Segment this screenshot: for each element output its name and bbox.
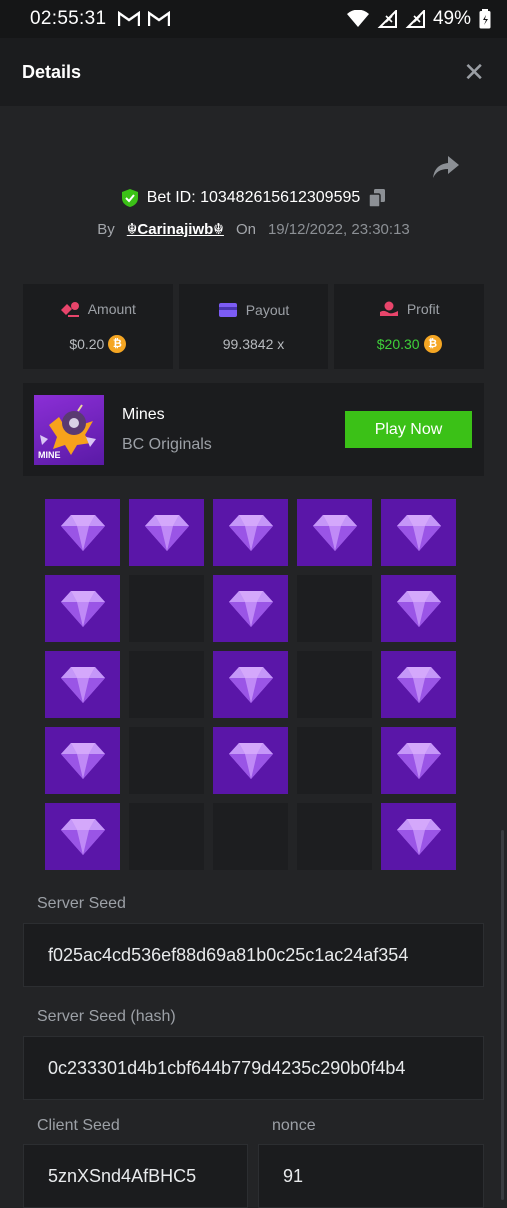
bet-date: 19/12/2022, 23:30:13 [267, 220, 410, 238]
page-title: Details [22, 61, 82, 82]
stat-amount: Amount $0.20 ₿ [23, 284, 173, 369]
gem-icon [228, 742, 273, 779]
gem-icon [228, 666, 273, 703]
gmail-icon [148, 11, 171, 26]
bet-author-row: By ☬Carinajiwb☬ On 19/12/2022, 23:30:13 [0, 220, 507, 239]
gem-tile [381, 575, 456, 642]
mines-board [45, 499, 456, 870]
gem-icon [228, 514, 273, 551]
stat-payout: Payout 99.3842 x [178, 284, 329, 369]
gem-tile [45, 727, 120, 794]
server-seed-hash-label: Server Seed (hash) [37, 1008, 176, 1025]
battery-percent: 49% [432, 8, 471, 29]
gem-icon [396, 590, 441, 627]
server-seed-hash-field[interactable]: 0c233301d4b1cbf644b779d4235c290b0f4b4 [23, 1036, 484, 1100]
gem-tile [381, 803, 456, 870]
empty-tile [129, 803, 204, 870]
gem-tile [129, 499, 204, 566]
status-time: 02:55:31 [30, 8, 107, 29]
scrollbar[interactable] [501, 830, 504, 1200]
empty-tile [129, 575, 204, 642]
gem-icon [396, 742, 441, 779]
empty-tile [297, 727, 372, 794]
payout-label: Payout [245, 301, 290, 318]
nonce-field[interactable]: 91 [258, 1144, 484, 1208]
user-link[interactable]: ☬Carinajiwb☬ [127, 220, 224, 238]
gem-tile [297, 499, 372, 566]
gem-tile [381, 499, 456, 566]
bet-stats: Amount $0.20 ₿ Payout 99.3842 x Profit $… [23, 284, 485, 369]
empty-tile [129, 727, 204, 794]
amount-label: Amount [87, 300, 136, 317]
on-label: On [235, 220, 256, 238]
mine-bomb-icon: MINE [38, 403, 96, 460]
nonce-label: nonce [272, 1117, 316, 1134]
shield-check-icon [121, 189, 138, 207]
gem-icon [60, 514, 105, 551]
server-seed-label: Server Seed [37, 895, 126, 912]
gem-icon [60, 666, 105, 703]
wallet-icon [218, 302, 237, 317]
wifi-icon [346, 10, 369, 27]
gem-tile [381, 727, 456, 794]
play-now-button[interactable]: Play Now [345, 411, 472, 448]
status-bar: 02:55:31 49% [0, 0, 507, 38]
details-header: Details ✕ [0, 38, 507, 106]
gem-tile [45, 803, 120, 870]
gem-tile [45, 575, 120, 642]
gem-tile [213, 727, 288, 794]
gem-icon [60, 742, 105, 779]
client-seed-label: Client Seed [37, 1117, 120, 1134]
gem-icon [396, 514, 441, 551]
game-card: MINE Mines BC Originals Play Now [23, 383, 484, 476]
empty-tile [129, 651, 204, 718]
signal-icon [405, 10, 425, 28]
empty-tile [297, 803, 372, 870]
client-seed-field[interactable]: 5znXSnd4AfBHC5 [23, 1144, 248, 1208]
gem-icon [228, 590, 273, 627]
gem-tile [213, 651, 288, 718]
system-icons: 49% [346, 8, 491, 30]
gem-tile [213, 575, 288, 642]
close-icon[interactable]: ✕ [463, 59, 485, 85]
gem-tile [213, 499, 288, 566]
game-name: Mines [122, 405, 165, 423]
gem-icon [312, 514, 357, 551]
empty-tile [297, 651, 372, 718]
by-label: By [97, 220, 115, 238]
share-icon[interactable] [432, 154, 460, 180]
copy-icon[interactable] [368, 188, 386, 208]
payout-value: 99.3842 x [222, 335, 285, 352]
thumb-label: MINE [38, 450, 61, 460]
gem-icon [144, 514, 189, 551]
profit-icon [379, 301, 398, 316]
gem-tile [381, 651, 456, 718]
profit-value: $20.30 [376, 335, 420, 352]
battery-icon [479, 9, 491, 29]
gem-tile [45, 651, 120, 718]
empty-tile [213, 803, 288, 870]
gem-icon [396, 666, 441, 703]
notification-icons [118, 11, 171, 27]
mines-thumbnail[interactable]: MINE [34, 394, 104, 465]
gmail-icon [118, 11, 141, 26]
profit-label: Profit [406, 300, 440, 317]
bet-id: Bet ID: 103482615612309595 [146, 189, 361, 206]
bet-id-row: Bet ID: 103482615612309595 [0, 188, 507, 208]
bitcoin-icon: ₿ [108, 334, 127, 353]
stat-profit: Profit $20.30 ₿ [334, 284, 485, 369]
empty-tile [297, 575, 372, 642]
gem-tile [45, 499, 120, 566]
gem-icon [396, 818, 441, 855]
amount-value: $0.20 [69, 335, 105, 352]
game-provider: BC Originals [122, 435, 212, 453]
gem-icon [60, 590, 105, 627]
server-seed-field[interactable]: f025ac4cd536ef88d69a81b0c25c1ac24af354 [23, 923, 484, 987]
amount-icon [60, 301, 79, 317]
signal-icon [377, 10, 397, 28]
gem-icon [60, 818, 105, 855]
bitcoin-icon: ₿ [423, 334, 442, 353]
